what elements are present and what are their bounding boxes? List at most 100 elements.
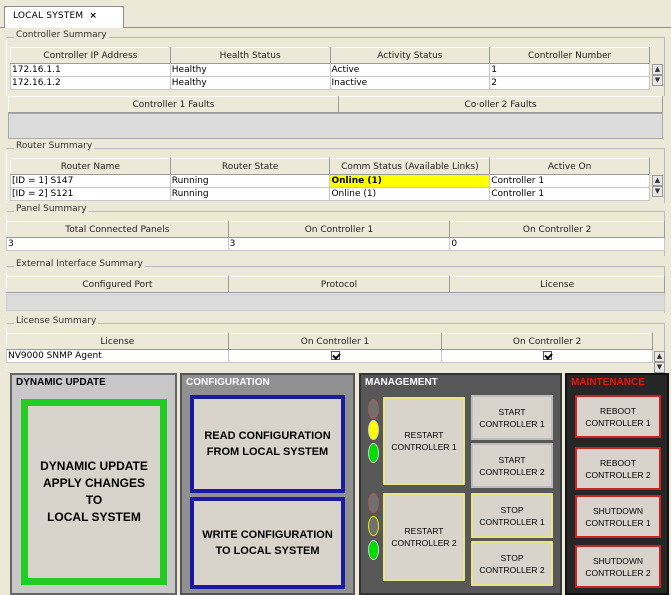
- column-header[interactable]: Configured Port: [6, 276, 229, 293]
- status-light-yellow-icon: [368, 516, 379, 536]
- management-panel: MANAGEMENT RESTART CONTROLLER 1 RESTART CO…: [359, 373, 562, 595]
- controller-summary-title: Controller Summary: [14, 30, 109, 40]
- activity-cell: Active: [329, 63, 491, 77]
- external-interface-title: External Interface Summary: [14, 259, 145, 269]
- column-header[interactable]: Comm Status (Available Links): [329, 158, 491, 175]
- license-c2-cell: [441, 349, 653, 363]
- column-header[interactable]: License: [6, 333, 229, 350]
- reboot-controller2-button[interactable]: REBOOT CONTROLLER 2: [575, 447, 661, 490]
- license-c1-checkbox[interactable]: [330, 351, 340, 360]
- status-light-red-icon: [368, 399, 379, 419]
- controller-scrollbar[interactable]: ▲ ▼: [652, 64, 663, 86]
- controller1-faults-header[interactable]: Controller 1 Faults: [8, 96, 339, 113]
- on-controller2-cell: 0: [449, 237, 665, 251]
- tab-bar: LOCAL SYSTEM ×: [0, 0, 671, 28]
- external-empty-area: [6, 294, 665, 311]
- column-header[interactable]: On Controller 1: [227, 221, 451, 238]
- scroll-up-icon[interactable]: ▲: [652, 175, 663, 186]
- configuration-title: CONFIGURATION: [186, 377, 270, 388]
- column-header[interactable]: Protocol: [227, 276, 451, 293]
- comm-status-cell: Online (1): [329, 174, 491, 188]
- close-icon[interactable]: ×: [89, 11, 97, 21]
- column-header[interactable]: Total Connected Panels: [6, 221, 229, 238]
- ip-cell: 172.16.1.2: [10, 76, 171, 90]
- router-scrollbar[interactable]: ▲ ▼: [652, 175, 663, 197]
- license-summary-panel: License Summary License On Controller 1 …: [6, 316, 665, 373]
- scroll-up-icon[interactable]: ▲: [652, 64, 663, 75]
- status-light-yellow-icon: [368, 420, 379, 440]
- license-c2-checkbox[interactable]: [542, 351, 552, 360]
- management-title: MANAGEMENT: [365, 377, 438, 388]
- faults-header: Controller 1 Faults Co·oller 2 Faults: [8, 96, 663, 113]
- total-panels-cell: 3: [6, 237, 229, 251]
- column-header[interactable]: On Controller 1: [227, 333, 443, 350]
- table-row[interactable]: [ID = 2] S121 Running Online (1) Control…: [10, 187, 650, 201]
- column-header[interactable]: On Controller 2: [441, 333, 653, 350]
- number-cell: 2: [489, 76, 650, 90]
- tab-local-system[interactable]: LOCAL SYSTEM ×: [4, 6, 124, 28]
- license-name-cell: NV9000 SNMP Agent: [6, 349, 229, 363]
- external-table: Configured Port Protocol License: [6, 276, 665, 293]
- restart-controller1-button[interactable]: RESTART CONTROLLER 1: [383, 397, 465, 485]
- router-table: Router Name Router State Comm Status (Av…: [10, 158, 650, 201]
- active-on-cell: Controller 1: [489, 187, 650, 201]
- active-on-cell: Controller 1: [489, 174, 650, 188]
- reboot-controller1-button[interactable]: REBOOT CONTROLLER 1: [575, 395, 661, 438]
- controller-summary-panel: Controller Summary Controller IP Address…: [6, 30, 665, 96]
- router-state-cell: Running: [169, 174, 331, 188]
- stop-controller1-button[interactable]: STOP CONTROLLER 1: [471, 493, 553, 538]
- license-scrollbar[interactable]: ▲ ▼: [654, 351, 665, 373]
- table-row[interactable]: 172.16.1.2 Healthy Inactive 2: [10, 76, 650, 90]
- column-header[interactable]: Controller IP Address: [10, 47, 171, 64]
- router-summary-panel: Router Summary Router Name Router State …: [6, 141, 665, 203]
- column-header[interactable]: Router Name: [10, 158, 171, 175]
- write-configuration-button[interactable]: WRITE CONFIGURATION TO LOCAL SYSTEM: [190, 497, 345, 589]
- column-header[interactable]: Health Status: [169, 47, 331, 64]
- column-header[interactable]: Activity Status: [329, 47, 491, 64]
- panel-summary-title: Panel Summary: [14, 204, 89, 214]
- read-configuration-button[interactable]: READ CONFIGURATION FROM LOCAL SYSTEM: [190, 395, 345, 493]
- scroll-down-icon[interactable]: ▼: [652, 186, 663, 197]
- status-light-green-icon: [368, 540, 379, 560]
- maintenance-title: MAINTENANCE: [571, 377, 645, 388]
- license-c1-cell: [227, 349, 443, 363]
- start-controller1-button[interactable]: START CONTROLLER 1: [471, 395, 553, 440]
- faults-area: [8, 113, 663, 139]
- configuration-panel: CONFIGURATION READ CONFIGURATION FROM LO…: [180, 373, 355, 595]
- dynamic-update-title: DYNAMIC UPDATE: [16, 377, 106, 388]
- table-row[interactable]: NV9000 SNMP Agent: [6, 349, 653, 363]
- scroll-down-icon[interactable]: ▼: [652, 75, 663, 86]
- external-interface-panel: External Interface Summary Configured Po…: [6, 259, 665, 313]
- column-header[interactable]: Controller Number: [489, 47, 650, 64]
- panel-table: Total Connected Panels On Controller 1 O…: [6, 221, 665, 251]
- ip-cell: 172.16.1.1: [10, 63, 171, 77]
- health-cell: Healthy: [169, 63, 331, 77]
- table-row[interactable]: [ID = 1] S147 Running Online (1) Control…: [10, 174, 650, 188]
- stop-controller2-button[interactable]: STOP CONTROLLER 2: [471, 541, 553, 586]
- column-header[interactable]: Router State: [169, 158, 331, 175]
- table-row[interactable]: 3 3 0: [6, 237, 665, 251]
- shutdown-controller2-button[interactable]: SHUTDOWN CONTROLLER 2: [575, 545, 661, 588]
- shutdown-controller1-button[interactable]: SHUTDOWN CONTROLLER 1: [575, 495, 661, 538]
- panel-summary-panel: Panel Summary Total Connected Panels On …: [6, 204, 665, 256]
- dynamic-update-button[interactable]: DYNAMIC UPDATE APPLY CHANGES TO LOCAL SY…: [21, 399, 167, 585]
- scroll-down-icon[interactable]: ▼: [654, 362, 665, 373]
- dynamic-update-panel: DYNAMIC UPDATE DYNAMIC UPDATE APPLY CHAN…: [10, 373, 177, 595]
- router-state-cell: Running: [169, 187, 331, 201]
- start-controller2-button[interactable]: START CONTROLLER 2: [471, 443, 553, 488]
- comm-status-cell: Online (1): [329, 187, 491, 201]
- maintenance-panel: MAINTENANCE REBOOT CONTROLLER 1 REBOOT CON…: [565, 373, 669, 595]
- router-name-cell: [ID = 2] S121: [10, 187, 171, 201]
- controller2-faults-header[interactable]: Co·oller 2 Faults: [338, 96, 663, 113]
- column-header[interactable]: Active On: [489, 158, 650, 175]
- router-name-cell: [ID = 1] S147: [10, 174, 171, 188]
- scroll-up-icon[interactable]: ▲: [654, 351, 665, 362]
- status-light-red-icon: [368, 493, 379, 513]
- column-header[interactable]: License: [449, 276, 665, 293]
- column-header[interactable]: On Controller 2: [449, 221, 665, 238]
- restart-controller2-button[interactable]: RESTART CONTROLLER 2: [383, 493, 465, 581]
- tab-label: LOCAL SYSTEM: [13, 11, 84, 21]
- controller-table: Controller IP Address Health Status Acti…: [10, 47, 650, 90]
- table-row[interactable]: 172.16.1.1 Healthy Active 1: [10, 63, 650, 77]
- on-controller1-cell: 3: [227, 237, 451, 251]
